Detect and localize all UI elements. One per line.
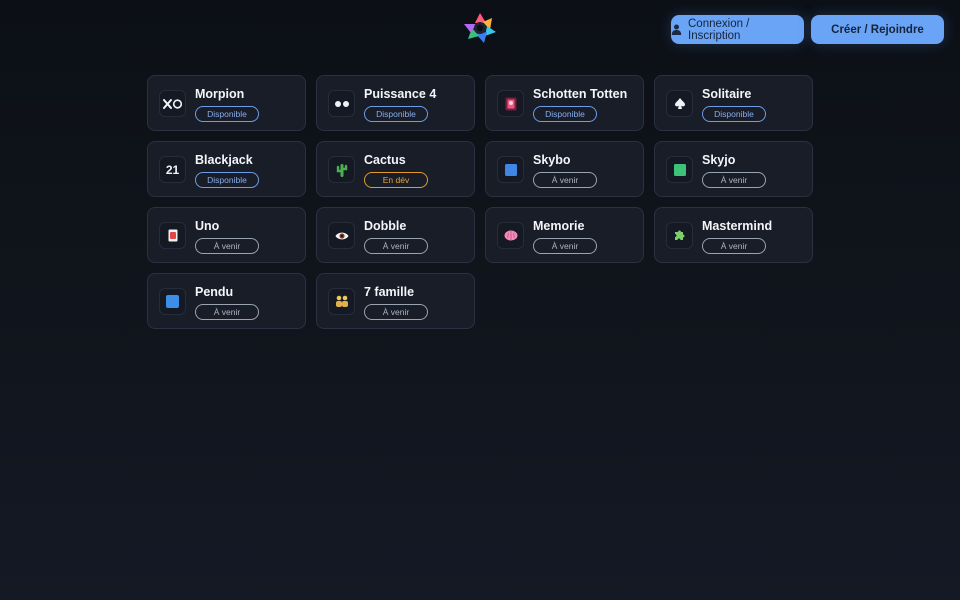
brain-icon bbox=[497, 222, 524, 249]
puzzle-icon bbox=[666, 222, 693, 249]
login-button[interactable]: Connexion / Inscription bbox=[671, 15, 804, 44]
status-badge: Disponible bbox=[702, 106, 766, 122]
game-title: Cactus bbox=[364, 153, 406, 167]
family-icon bbox=[328, 288, 355, 315]
card-icon bbox=[497, 90, 524, 117]
page: Connexion / Inscription Créer / Rejoindr… bbox=[0, 0, 960, 600]
create-join-button[interactable]: Créer / Rejoindre bbox=[811, 15, 944, 44]
status-badge: À venir bbox=[702, 172, 766, 188]
status-badge: En dév bbox=[364, 172, 428, 188]
game-title: Blackjack bbox=[195, 153, 253, 167]
game-card-morpion[interactable]: Morpion Disponible bbox=[147, 75, 306, 131]
abc-icon bbox=[159, 288, 186, 315]
xo-icon bbox=[159, 90, 186, 117]
game-title: Solitaire bbox=[702, 87, 752, 101]
game-card-skybo[interactable]: Skybo À venir bbox=[485, 141, 644, 197]
game-card-solitaire[interactable]: Solitaire Disponible bbox=[654, 75, 813, 131]
game-title: Mastermind bbox=[702, 219, 773, 233]
game-grid: Morpion Disponible Puissance 4 Disponibl… bbox=[147, 75, 813, 329]
two-dots-icon bbox=[328, 90, 355, 117]
status-badge: Disponible bbox=[364, 106, 428, 122]
status-badge: Disponible bbox=[195, 106, 259, 122]
game-title: 7 famille bbox=[364, 285, 415, 299]
status-badge: Disponible bbox=[533, 106, 597, 122]
game-card-uno[interactable]: Uno À venir bbox=[147, 207, 306, 263]
game-title: Pendu bbox=[195, 285, 234, 299]
status-badge: Disponible bbox=[195, 172, 259, 188]
game-title: Skyjo bbox=[702, 153, 736, 167]
game-title: Uno bbox=[195, 219, 220, 233]
game-title: Schotten Totten bbox=[533, 87, 628, 101]
blue-square-icon bbox=[497, 156, 524, 183]
game-card-mastermind[interactable]: Mastermind À venir bbox=[654, 207, 813, 263]
game-card-puissance-4[interactable]: Puissance 4 Disponible bbox=[316, 75, 475, 131]
game-title: Dobble bbox=[364, 219, 407, 233]
status-badge: À venir bbox=[364, 238, 428, 254]
eye-icon bbox=[328, 222, 355, 249]
twenty-one-icon: 21 bbox=[159, 156, 186, 183]
status-badge: À venir bbox=[195, 238, 259, 254]
logo-icon[interactable] bbox=[462, 12, 498, 44]
game-card-skyjo[interactable]: Skyjo À venir bbox=[654, 141, 813, 197]
status-badge: À venir bbox=[533, 238, 597, 254]
game-title: Skybo bbox=[533, 153, 571, 167]
game-card-memorie[interactable]: Memorie À venir bbox=[485, 207, 644, 263]
game-title: Morpion bbox=[195, 87, 245, 101]
game-card-cactus[interactable]: Cactus En dév bbox=[316, 141, 475, 197]
playing-card-icon bbox=[159, 222, 186, 249]
green-square-icon bbox=[666, 156, 693, 183]
game-card-blackjack[interactable]: 21 Blackjack Disponible bbox=[147, 141, 306, 197]
create-join-button-label: Créer / Rejoindre bbox=[831, 23, 924, 36]
game-title: Memorie bbox=[533, 219, 585, 233]
status-badge: À venir bbox=[533, 172, 597, 188]
user-icon bbox=[671, 24, 682, 35]
game-card-dobble[interactable]: Dobble À venir bbox=[316, 207, 475, 263]
game-card-7-famille[interactable]: 7 famille À venir bbox=[316, 273, 475, 329]
cactus-icon bbox=[328, 156, 355, 183]
game-card-pendu[interactable]: Pendu À venir bbox=[147, 273, 306, 329]
game-title: Puissance 4 bbox=[364, 87, 437, 101]
status-badge: À venir bbox=[195, 304, 259, 320]
game-card-schotten-totten[interactable]: Schotten Totten Disponible bbox=[485, 75, 644, 131]
login-button-label: Connexion / Inscription bbox=[688, 17, 750, 42]
status-badge: À venir bbox=[364, 304, 428, 320]
spade-icon bbox=[666, 90, 693, 117]
status-badge: À venir bbox=[702, 238, 766, 254]
